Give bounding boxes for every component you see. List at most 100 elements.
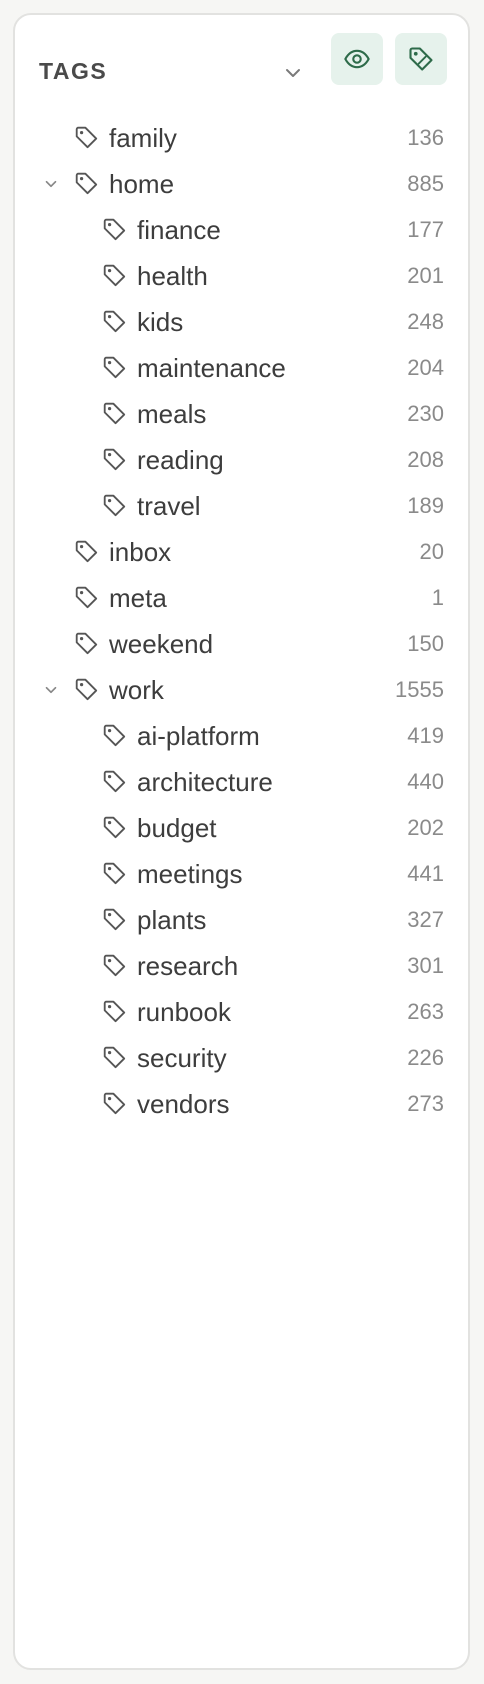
tag-count: 440 bbox=[407, 769, 444, 794]
tag-icon bbox=[102, 263, 128, 289]
tag-label: kids bbox=[137, 307, 184, 337]
tag-row-weekend[interactable]: weekend 150 bbox=[15, 621, 468, 667]
tag-row-home[interactable]: home 885 bbox=[15, 161, 468, 207]
tag-icon bbox=[102, 447, 128, 473]
tag-row-reading[interactable]: reading 208 bbox=[15, 437, 468, 483]
tag-icon bbox=[102, 401, 128, 427]
tag-label: meta bbox=[109, 583, 167, 613]
chevron-down-icon[interactable] bbox=[39, 172, 63, 196]
tag-row-travel[interactable]: travel 189 bbox=[15, 483, 468, 529]
tag-label: meals bbox=[137, 399, 207, 429]
tag-label: finance bbox=[137, 215, 221, 245]
tag-count: 20 bbox=[419, 539, 444, 564]
tag-row-finance[interactable]: finance 177 bbox=[15, 207, 468, 253]
tag-tree: family 136 home 885 finance 177 health 201 kids 2… bbox=[15, 115, 468, 1127]
tag-icon bbox=[74, 125, 100, 151]
tag-label: travel bbox=[137, 491, 201, 521]
tag-label: architecture bbox=[137, 767, 273, 797]
tag-label: maintenance bbox=[137, 353, 286, 383]
tag-label: plants bbox=[137, 905, 207, 935]
tag-icon bbox=[102, 769, 128, 795]
tag-label: vendors bbox=[137, 1089, 230, 1119]
tag-label: work bbox=[109, 675, 164, 705]
tag-label: meetings bbox=[137, 859, 243, 889]
tag-icon bbox=[102, 493, 128, 519]
tag-label: budget bbox=[137, 813, 217, 843]
tag-count: 201 bbox=[407, 263, 444, 288]
tags-panel: TAGS family 136 home 885 finance 177 health 201… bbox=[13, 13, 470, 1670]
tag-row-meetings[interactable]: meetings 441 bbox=[15, 851, 468, 897]
panel-header: TAGS bbox=[15, 15, 468, 111]
tag-count: 177 bbox=[407, 217, 444, 242]
tag-label: runbook bbox=[137, 997, 231, 1027]
tag-count: 273 bbox=[407, 1091, 444, 1116]
tag-row-health[interactable]: health 201 bbox=[15, 253, 468, 299]
toggle-visibility-button[interactable] bbox=[331, 33, 383, 85]
tag-count: 441 bbox=[407, 861, 444, 886]
tag-icon bbox=[74, 631, 100, 657]
tag-icon bbox=[102, 861, 128, 887]
tag-row-architecture[interactable]: architecture 440 bbox=[15, 759, 468, 805]
tag-label: inbox bbox=[109, 537, 172, 567]
tag-row-work[interactable]: work 1555 bbox=[15, 667, 468, 713]
tag-label: family bbox=[109, 123, 177, 153]
tag-count: 885 bbox=[407, 171, 444, 196]
tag-icon bbox=[409, 47, 433, 71]
tag-count: 189 bbox=[407, 493, 444, 518]
tag-row-ai-platform[interactable]: ai-platform 419 bbox=[15, 713, 468, 759]
tag-icon bbox=[102, 907, 128, 933]
tag-count: 263 bbox=[407, 999, 444, 1024]
tag-count: 301 bbox=[407, 953, 444, 978]
tag-icon bbox=[102, 1091, 128, 1117]
chevron-down-icon[interactable] bbox=[39, 678, 63, 702]
tag-row-family[interactable]: family 136 bbox=[15, 115, 468, 161]
tag-row-runbook[interactable]: runbook 263 bbox=[15, 989, 468, 1035]
tag-count: 226 bbox=[407, 1045, 444, 1070]
tag-icon bbox=[102, 355, 128, 381]
tag-icon bbox=[102, 1045, 128, 1071]
tag-row-research[interactable]: research 301 bbox=[15, 943, 468, 989]
tag-count: 150 bbox=[407, 631, 444, 656]
tag-row-maintenance[interactable]: maintenance 204 bbox=[15, 345, 468, 391]
tag-row-meals[interactable]: meals 230 bbox=[15, 391, 468, 437]
tag-label: home bbox=[109, 169, 175, 199]
tag-icon bbox=[74, 171, 100, 197]
tag-count: 248 bbox=[407, 309, 444, 334]
tag-row-inbox[interactable]: inbox 20 bbox=[15, 529, 468, 575]
tag-settings-button[interactable] bbox=[395, 33, 447, 85]
tag-count: 1 bbox=[431, 585, 444, 610]
tag-icon bbox=[102, 999, 128, 1025]
tag-row-security[interactable]: security 226 bbox=[15, 1035, 468, 1081]
tag-count: 204 bbox=[407, 355, 444, 380]
tag-icon bbox=[102, 953, 128, 979]
tag-icon bbox=[102, 217, 128, 243]
tag-label: health bbox=[137, 261, 208, 291]
tag-row-kids[interactable]: kids 248 bbox=[15, 299, 468, 345]
tag-icon bbox=[102, 723, 128, 749]
tag-icon bbox=[74, 677, 100, 703]
tag-icon bbox=[74, 539, 100, 565]
tag-icon bbox=[102, 309, 128, 335]
tag-count: 327 bbox=[407, 907, 444, 932]
tag-label: weekend bbox=[109, 629, 214, 659]
tag-icon bbox=[102, 815, 128, 841]
tag-count: 136 bbox=[407, 125, 444, 150]
tag-label: ai-platform bbox=[137, 721, 260, 751]
panel-title: TAGS bbox=[39, 58, 108, 84]
tag-count: 419 bbox=[407, 723, 444, 748]
tag-row-plants[interactable]: plants 327 bbox=[15, 897, 468, 943]
tag-icon bbox=[74, 585, 100, 611]
chevron-down-icon bbox=[286, 69, 300, 77]
tag-count: 1555 bbox=[395, 677, 444, 702]
eye-icon bbox=[344, 49, 370, 69]
tag-count: 208 bbox=[407, 447, 444, 472]
tag-count: 202 bbox=[407, 815, 444, 840]
tag-row-vendors[interactable]: vendors 273 bbox=[15, 1081, 468, 1127]
tag-row-budget[interactable]: budget 202 bbox=[15, 805, 468, 851]
tag-label: reading bbox=[137, 445, 224, 475]
collapse-panel-button[interactable] bbox=[280, 60, 306, 86]
tag-label: security bbox=[137, 1043, 227, 1073]
tag-row-meta[interactable]: meta 1 bbox=[15, 575, 468, 621]
tag-count: 230 bbox=[407, 401, 444, 426]
tag-label: research bbox=[137, 951, 239, 981]
